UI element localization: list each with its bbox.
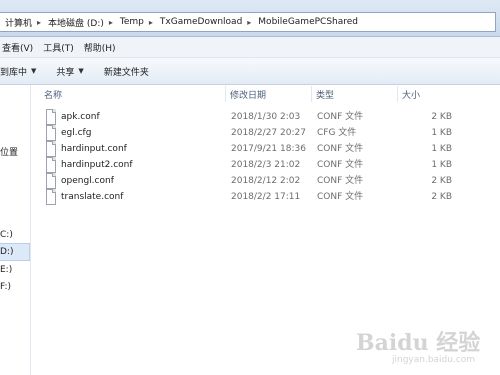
baidu-watermark: Baidu 经验 jingyan.baidu.com (356, 323, 496, 371)
file-size: 2 KB (431, 112, 452, 122)
chevron-right-icon[interactable]: ▸ (35, 18, 43, 27)
file-icon (46, 141, 56, 157)
command-toolbar: 到库中 ▼ 共享 ▼ 新建文件夹 (0, 58, 500, 85)
chevron-right-icon[interactable]: ▸ (107, 18, 115, 27)
file-row[interactable]: egl.cfg 2018/2/27 20:27 CFG 文件 1 KB (44, 125, 464, 141)
column-header-name[interactable]: 名称 (44, 86, 226, 102)
menu-view[interactable]: 查看(V) (0, 41, 41, 54)
file-date: 2018/2/3 21:02 (231, 160, 301, 170)
file-icon (46, 189, 56, 205)
nav-item-drive-c[interactable]: C:) (0, 230, 13, 240)
file-size: 1 KB (431, 128, 452, 138)
nav-item-drive-e[interactable]: E:) (0, 265, 12, 275)
file-row[interactable]: opengl.conf 2018/2/12 2:02 CONF 文件 2 KB (44, 173, 464, 189)
share-button[interactable]: 共享 ▼ (49, 58, 90, 84)
file-size: 2 KB (431, 192, 452, 202)
file-type: CONF 文件 (317, 112, 364, 122)
breadcrumb-mobilegamepcshared[interactable]: MobileGamePCShared (253, 13, 361, 31)
chevron-right-icon[interactable]: ▸ (245, 18, 253, 27)
file-date: 2018/2/2 17:11 (231, 192, 301, 202)
file-name: hardinput2.conf (61, 160, 133, 170)
nav-item-drive-f[interactable]: F:) (0, 282, 11, 292)
file-row[interactable]: translate.conf 2018/2/2 17:11 CONF 文件 2 … (44, 189, 464, 205)
file-type: CFG 文件 (317, 128, 357, 138)
file-icon (46, 157, 56, 173)
file-name: translate.conf (61, 192, 124, 202)
file-name: opengl.conf (61, 176, 114, 186)
breadcrumb-txgamedownload[interactable]: TxGameDownload ▸ (155, 13, 253, 31)
file-type: CONF 文件 (317, 176, 364, 186)
breadcrumb[interactable]: 计算机 ▸ 本地磁盘 (D:) ▸ Temp ▸ TxGameDownload … (0, 12, 496, 32)
file-date: 2018/2/27 20:27 (231, 128, 306, 138)
watermark-logo: Baidu 经验 (356, 330, 481, 356)
file-icon (46, 125, 56, 141)
column-header-size[interactable]: 大小 (402, 86, 462, 102)
file-icon (46, 173, 56, 189)
dropdown-arrow-icon: ▼ (31, 67, 37, 75)
menu-tools[interactable]: 工具(T) (41, 41, 82, 54)
navigation-pane: 位置 C:) D:) E:) F:) (0, 85, 31, 375)
watermark-url: jingyan.baidu.com (392, 355, 476, 365)
file-date: 2018/2/12 2:02 (231, 176, 301, 186)
address-bar: 计算机 ▸ 本地磁盘 (D:) ▸ Temp ▸ TxGameDownload … (0, 0, 500, 37)
file-name: apk.conf (61, 112, 100, 122)
file-size: 1 KB (431, 160, 452, 170)
include-in-library-button[interactable]: 到库中 ▼ (0, 58, 43, 84)
nav-item-location[interactable]: 位置 (0, 145, 18, 158)
file-type: CONF 文件 (317, 144, 364, 154)
column-header-type[interactable]: 类型 (316, 86, 398, 102)
file-name: egl.cfg (61, 128, 92, 138)
file-icon (46, 109, 56, 125)
file-size: 1 KB (431, 144, 452, 154)
breadcrumb-drive-d[interactable]: 本地磁盘 (D:) ▸ (43, 13, 115, 31)
chevron-right-icon[interactable]: ▸ (147, 18, 155, 27)
file-row[interactable]: apk.conf 2018/1/30 2:03 CONF 文件 2 KB (44, 109, 464, 125)
file-row[interactable]: hardinput2.conf 2018/2/3 21:02 CONF 文件 1… (44, 157, 464, 173)
breadcrumb-temp[interactable]: Temp ▸ (115, 13, 155, 31)
menu-help[interactable]: 帮助(H) (82, 41, 124, 54)
menu-bar: 查看(V) 工具(T) 帮助(H) (0, 37, 500, 58)
breadcrumb-computer[interactable]: 计算机 ▸ (0, 13, 43, 31)
new-folder-button[interactable]: 新建文件夹 (97, 58, 156, 84)
nav-item-drive-d[interactable]: D:) (0, 243, 30, 261)
file-date: 2018/1/30 2:03 (231, 112, 301, 122)
file-name: hardinput.conf (61, 144, 127, 154)
file-type: CONF 文件 (317, 160, 364, 170)
file-type: CONF 文件 (317, 192, 364, 202)
file-date: 2017/9/21 18:36 (231, 144, 306, 154)
file-row[interactable]: hardinput.conf 2017/9/21 18:36 CONF 文件 1… (44, 141, 464, 157)
column-header-date[interactable]: 修改日期 (230, 86, 312, 102)
file-size: 2 KB (431, 176, 452, 186)
dropdown-arrow-icon: ▼ (78, 67, 84, 75)
